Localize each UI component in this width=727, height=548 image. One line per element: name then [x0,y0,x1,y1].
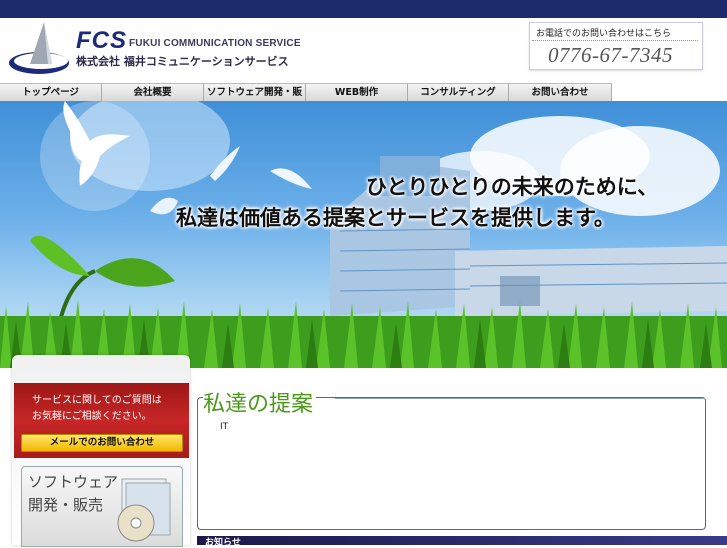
phone-number[interactable]: 0776-67-7345 [548,43,673,68]
news-label[interactable]: お知らせ [205,535,241,548]
proposal-text: IT [220,422,229,432]
software-banner-line1: ソフトウェア [28,473,119,491]
inquiry-box: サービスに関してのご質問は お気軽にご相談ください。 メールでのお問い合わせ [14,383,189,458]
software-banner[interactable]: ソフトウェア 開発・販売 [21,466,183,547]
fcs-logo-icon[interactable] [8,20,70,76]
news-bar [197,536,727,545]
nav-item-contact[interactable]: お問い合わせ [509,84,612,101]
nav-item-software[interactable]: ソフトウェア開発・販売 [204,84,306,115]
header: FCS FUKUI COMMUNICATION SERVICE 株式会社 福井コ… [0,18,727,83]
hero-banner: ひとりひとりの未来のために、 私達は価値ある提案とサービスを提供します。 [0,101,727,368]
software-banner-line2: 開発・販売 [28,496,104,514]
logo-abbr: FCS [76,27,127,54]
hero-slogan-line2: 私達は価値ある提案とサービスを提供します。 [176,205,615,230]
phone-contact-box: お電話でのお問い合わせはこちら 0776-67-7345 [529,22,703,70]
nav-item-company[interactable]: 会社概要 [102,84,204,101]
logo-name-en: FUKUI COMMUNICATION SERVICE [129,38,301,49]
divider [532,40,698,41]
nav-item-web[interactable]: WEB制作 [306,84,408,101]
top-bar [0,0,727,18]
proposal-title: 私達の提案 [203,386,317,418]
software-box-icon [117,478,171,542]
inquiry-text: サービスに関してのご質問は お気軽にご相談ください。 [32,393,162,425]
inquiry-line2: お気軽にご相談ください。 [32,411,152,422]
mail-inquiry-button[interactable]: メールでのお問い合わせ [21,434,183,452]
global-nav: トップページ 会社概要 ソフトウェア開発・販売 WEB制作 コンサルティング お… [0,83,612,115]
logo-name-jp: 株式会社 福井コミュニケーションサービス [76,55,289,68]
nav-item-top[interactable]: トップページ [0,84,102,101]
inquiry-line1: サービスに関してのご質問は [32,395,162,406]
phone-label: お電話でのお問い合わせはこちら [536,29,672,39]
nav-item-consulting[interactable]: コンサルティング [408,84,509,101]
hero-image [0,101,727,368]
divider [335,398,705,399]
hero-slogan-line1: ひとりひとりの未来のために、 [366,174,659,199]
